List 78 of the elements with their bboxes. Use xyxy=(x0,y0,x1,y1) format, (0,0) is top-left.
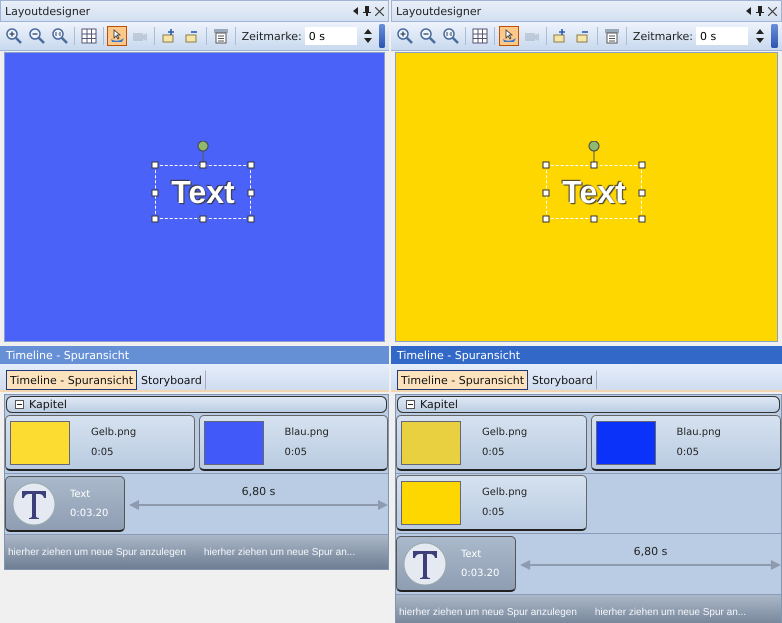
zoom-reset-icon xyxy=(442,27,460,45)
clip-duration: 0:05 xyxy=(482,447,506,458)
clip-card[interactable]: Gelb.png 0:05 xyxy=(396,415,586,471)
time-field[interactable]: 0 s xyxy=(304,27,357,45)
caret-icon[interactable] xyxy=(746,7,752,15)
overflow-button[interactable] xyxy=(378,24,385,48)
chapter-label: Kapitel xyxy=(420,398,458,411)
tool-button[interactable] xyxy=(107,26,128,46)
tool-button[interactable] xyxy=(418,26,438,46)
duration-label: 6,80 s xyxy=(634,544,668,558)
close-icon[interactable] xyxy=(768,6,777,16)
drop-hint: hierher ziehen um neue Spur an... xyxy=(594,606,746,618)
clip-name: Gelb.png xyxy=(482,427,528,438)
caret-icon[interactable] xyxy=(353,7,359,15)
panel-title: Timeline - Spuransicht xyxy=(6,348,130,362)
clip-card[interactable]: Blau.png 0:05 xyxy=(198,415,388,471)
drop-hint: hierher ziehen um neue Spur an... xyxy=(204,546,356,558)
panel-title: Layoutdesigner xyxy=(5,4,92,18)
zoom-reset-icon xyxy=(51,27,69,45)
clip-name: Blau.png xyxy=(284,427,329,438)
drop-hint: hierher ziehen um neue Spur anzulegen xyxy=(8,546,186,558)
letter-t-icon xyxy=(12,482,56,526)
tab[interactable]: Storyboard xyxy=(137,370,206,390)
tab[interactable]: Storyboard xyxy=(528,370,597,390)
zoom-in-icon xyxy=(396,27,414,45)
pointer-icon xyxy=(108,27,126,45)
pin-icon[interactable] xyxy=(363,6,371,16)
clip-card[interactable]: Gelb.png 0:05 xyxy=(5,415,194,471)
tool-button[interactable] xyxy=(395,26,415,46)
zoom-out-icon xyxy=(419,27,437,45)
tab[interactable]: Timeline - Spuransicht xyxy=(6,370,138,390)
clip-duration: 0:05 xyxy=(676,447,700,458)
spin-arrows-icon xyxy=(362,28,373,44)
selection-handles[interactable] xyxy=(542,141,646,223)
clip-duration: 0:03.20 xyxy=(70,508,108,518)
selection-handles[interactable] xyxy=(151,141,255,223)
zoom-out-icon xyxy=(28,27,46,45)
close-icon[interactable] xyxy=(375,6,384,16)
clip-card[interactable]: Gelb.png 0:05 xyxy=(396,475,587,531)
tool-button[interactable] xyxy=(78,26,99,46)
duration-label: 6,80 s xyxy=(242,484,276,498)
time-field[interactable]: 0 s xyxy=(696,27,748,45)
zoom-in-icon xyxy=(5,27,23,45)
tool-button[interactable] xyxy=(4,26,24,46)
tab[interactable]: Timeline - Spuransicht xyxy=(397,370,528,390)
tool-button[interactable] xyxy=(27,26,47,46)
drop-hint: hierher ziehen um neue Spur anzulegen xyxy=(399,606,577,618)
panel-title: Timeline - Spuransicht xyxy=(397,348,520,362)
clip-name: Gelb.png xyxy=(91,427,136,438)
tool-button[interactable] xyxy=(50,26,70,46)
panel-title: Layoutdesigner xyxy=(396,4,482,18)
properties-icon xyxy=(603,27,622,45)
clip-duration: 0:05 xyxy=(482,507,506,518)
pin-icon[interactable] xyxy=(756,6,764,16)
clip-duration: 0:03.20 xyxy=(461,568,500,578)
collapse-icon[interactable] xyxy=(406,400,415,409)
tool-button[interactable] xyxy=(498,26,519,46)
clip-card[interactable]: Blau.png 0:05 xyxy=(590,415,781,471)
clip-name: Blau.png xyxy=(676,427,721,438)
overflow-button[interactable] xyxy=(771,24,778,48)
tool-button[interactable] xyxy=(470,26,490,46)
collapse-icon[interactable] xyxy=(15,400,24,409)
grid-icon xyxy=(470,27,489,45)
chapter-label: Kapitel xyxy=(29,398,67,411)
letter-t-icon xyxy=(403,542,447,586)
time-label: Zeitmarke: xyxy=(242,30,302,42)
clip-duration: 0:05 xyxy=(91,447,114,458)
clip-name: Gelb.png xyxy=(482,487,528,498)
clip-name: Text xyxy=(461,548,482,560)
tool-button[interactable] xyxy=(441,26,461,46)
canvas-text: Text xyxy=(562,174,626,210)
properties-icon xyxy=(212,27,230,45)
time-label: Zeitmarke: xyxy=(632,30,694,42)
spin-arrows-icon xyxy=(754,28,765,44)
clip-duration: 0:05 xyxy=(284,447,308,458)
grid-icon xyxy=(80,27,98,45)
canvas-text: Text xyxy=(171,174,235,210)
clip-name: Text xyxy=(70,488,92,500)
